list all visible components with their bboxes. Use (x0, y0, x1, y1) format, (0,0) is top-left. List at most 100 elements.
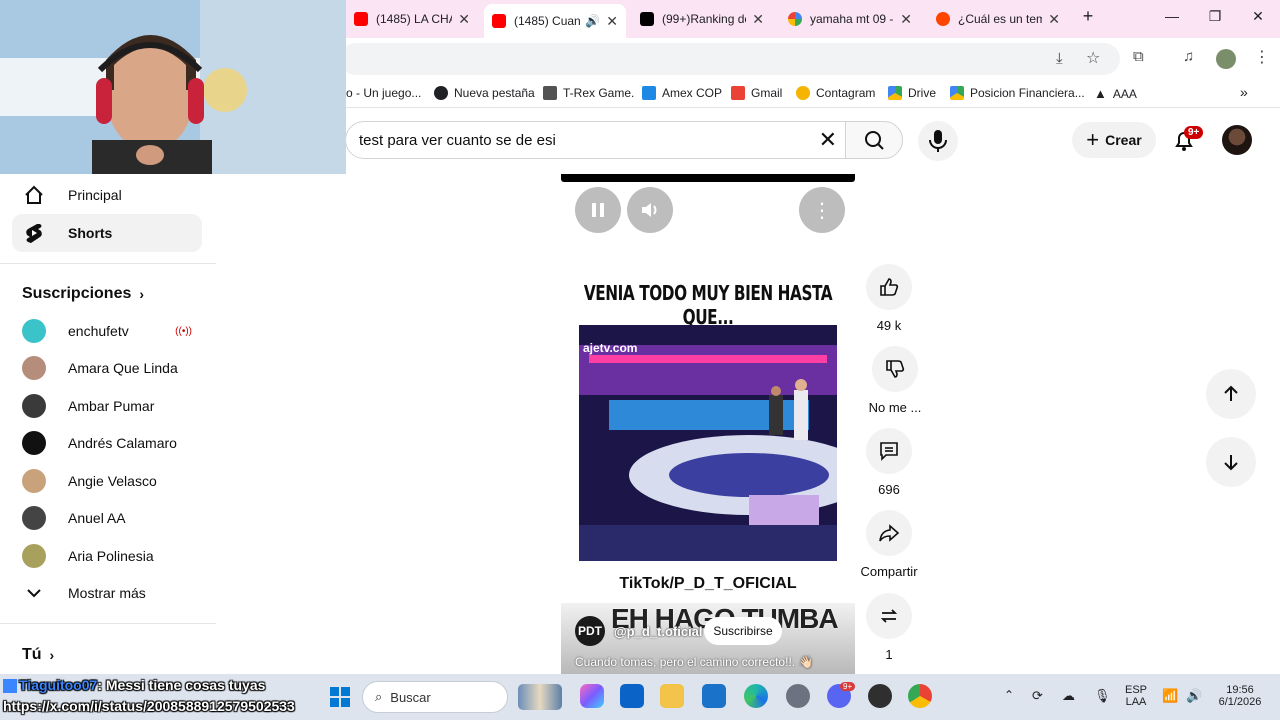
show-more-button[interactable]: Mostrar más (12, 574, 202, 612)
next-short-button[interactable] (1206, 437, 1256, 487)
bookmark-gmail[interactable]: Gmail (731, 86, 782, 100)
sidebar-item-aria[interactable]: Aria Polinesia (12, 537, 202, 575)
install-app-icon[interactable]: ⤓ (1056, 50, 1063, 67)
menu-icon[interactable]: ⋮ (1254, 47, 1270, 67)
chrome-icon[interactable] (908, 684, 932, 708)
close-icon[interactable]: ✕ (900, 11, 912, 28)
bookmark-label: o - Un juego... (346, 86, 422, 100)
bookmark-drive[interactable]: Drive (888, 86, 936, 100)
subscribe-button[interactable]: Suscribirse (704, 617, 782, 645)
video-caption: Cuando tomas, pero el camino correcto!!.… (575, 655, 814, 669)
bookmark-contagram[interactable]: Contagram (796, 86, 875, 100)
sidebar-item-amara[interactable]: Amara Que Linda (12, 349, 202, 387)
drive-icon (950, 86, 964, 100)
clear-search-icon[interactable]: ✕ (819, 128, 837, 152)
close-icon[interactable]: ✕ (458, 11, 470, 28)
windows-start-icon[interactable] (330, 687, 350, 712)
pause-button[interactable] (575, 187, 621, 233)
store-icon[interactable] (702, 684, 726, 708)
sidebar-item-angie[interactable]: Angie Velasco (12, 462, 202, 500)
bookmark-juego[interactable]: o - Un juego... (346, 86, 421, 100)
sidebar-item-principal[interactable]: Principal (12, 176, 202, 214)
address-bar[interactable] (340, 43, 1120, 75)
chevron-up-icon[interactable]: ⌃ (1004, 688, 1014, 702)
sync-icon[interactable]: ⟳ (1032, 688, 1043, 704)
voice-search-button[interactable] (918, 121, 958, 161)
tiktok-icon (640, 12, 654, 26)
more-options-button[interactable]: ⋮ (799, 187, 845, 233)
bookmark-nueva-pestana[interactable]: Nueva pestaña (434, 86, 535, 100)
outlook-icon[interactable] (620, 684, 644, 708)
contagram-icon (796, 86, 810, 100)
dislike-button[interactable]: No me ... (859, 346, 931, 415)
video-frame[interactable] (579, 325, 837, 561)
file-explorer-icon[interactable] (660, 684, 684, 708)
tab-title: ¿Cuál es un tem (958, 12, 1043, 26)
extensions-icon[interactable]: ⧉ (1133, 48, 1144, 65)
volume-button[interactable] (627, 187, 673, 233)
close-icon[interactable]: ✕ (752, 11, 764, 28)
you-label: Tú (22, 646, 42, 663)
remix-count: 1 (885, 647, 893, 662)
close-icon[interactable]: ✕ (1048, 11, 1060, 28)
tab-yamaha[interactable]: yamaha mt 09 - ✕ (780, 6, 920, 32)
close-window-icon[interactable]: ✕ (1246, 8, 1270, 25)
tab-title: (1485) LA CHAR (376, 12, 452, 26)
tab-active-short[interactable]: (1485) Cuan 🔊 ✕ (484, 4, 626, 38)
avatar (22, 356, 46, 380)
sidebar-item-enchufetv[interactable]: enchufetv ((•)) (12, 312, 202, 350)
search-input[interactable]: test para ver cuanto se de esi ✕ (345, 121, 845, 159)
search-button[interactable] (845, 121, 903, 159)
avatar (22, 319, 46, 343)
account-avatar[interactable] (1222, 125, 1252, 155)
profile-icon[interactable] (1216, 49, 1236, 69)
comments-button[interactable]: 696 (859, 428, 919, 497)
star-icon[interactable]: ☆ (1086, 48, 1100, 68)
share-label: Compartir (860, 564, 918, 579)
sidebar-item-label: enchufetv (68, 323, 129, 339)
like-button[interactable]: 49 k (859, 264, 919, 333)
sidebar-item-anuel[interactable]: Anuel AA (12, 499, 202, 537)
input-language[interactable]: ESP LAA (1122, 684, 1150, 708)
microphone-icon[interactable]: 🎙 (1094, 688, 1111, 704)
tab-la-char[interactable]: (1485) LA CHAR ✕ (346, 6, 478, 32)
previous-short-button[interactable] (1206, 369, 1256, 419)
stream-chat-link: https://x.com/i/status/20085889125795025… (3, 698, 295, 714)
bookmark-posicion[interactable]: Posicion Financiera... (950, 86, 1085, 100)
bookmark-aaa[interactable]: ▲ AAA (1094, 86, 1137, 101)
media-app-icon[interactable] (868, 684, 892, 708)
copilot-icon[interactable] (580, 684, 604, 708)
remix-button[interactable]: 1 (859, 593, 919, 662)
widgets-icon[interactable] (518, 684, 562, 710)
speaker-icon[interactable]: 🔊 (1186, 688, 1202, 704)
minimize-icon[interactable]: — (1160, 8, 1184, 24)
channel-avatar[interactable]: PDT (575, 616, 605, 646)
clock[interactable]: 19:56 6/1/2026 (1212, 684, 1268, 708)
wifi-icon[interactable]: 📶 (1162, 688, 1178, 704)
close-icon[interactable]: ✕ (606, 13, 618, 30)
share-button[interactable]: Compartir (855, 510, 923, 579)
new-tab-button[interactable]: + (1076, 6, 1100, 27)
channel-name[interactable]: @p_d_t.oficial (614, 624, 703, 639)
restore-icon[interactable]: ❐ (1203, 8, 1227, 25)
you-heading[interactable]: Tú › (22, 646, 54, 664)
sidebar-item-ambar[interactable]: Ambar Pumar (12, 387, 202, 425)
speaker-icon[interactable]: 🔊 (585, 14, 600, 28)
bookmark-trex[interactable]: T-Rex Game. (543, 86, 634, 100)
cloud-icon[interactable]: ☁ (1062, 688, 1075, 704)
edge-icon[interactable] (744, 684, 768, 708)
bookmark-label: Gmail (751, 86, 783, 100)
sidebar-item-calamaro[interactable]: Andrés Calamaro (12, 424, 202, 462)
taskbar-search[interactable]: ⌕ Buscar (362, 681, 508, 713)
settings-icon[interactable] (786, 684, 810, 708)
live-icon: ((•)) (175, 325, 192, 337)
sidebar-item-shorts[interactable]: Shorts (12, 214, 202, 252)
more-bookmarks-button[interactable]: » (1240, 84, 1248, 100)
media-control-icon[interactable]: ♫ (1183, 48, 1194, 65)
tab-reddit[interactable]: ¿Cuál es un tem ✕ (928, 6, 1068, 32)
webcam-feed (0, 0, 346, 174)
tab-ranking[interactable]: (99+)Ranking de ✕ (632, 6, 772, 32)
create-button[interactable]: + Crear (1072, 122, 1156, 158)
subscriptions-heading[interactable]: Suscripciones › (22, 285, 144, 303)
bookmark-amex[interactable]: Amex COP (642, 86, 722, 100)
